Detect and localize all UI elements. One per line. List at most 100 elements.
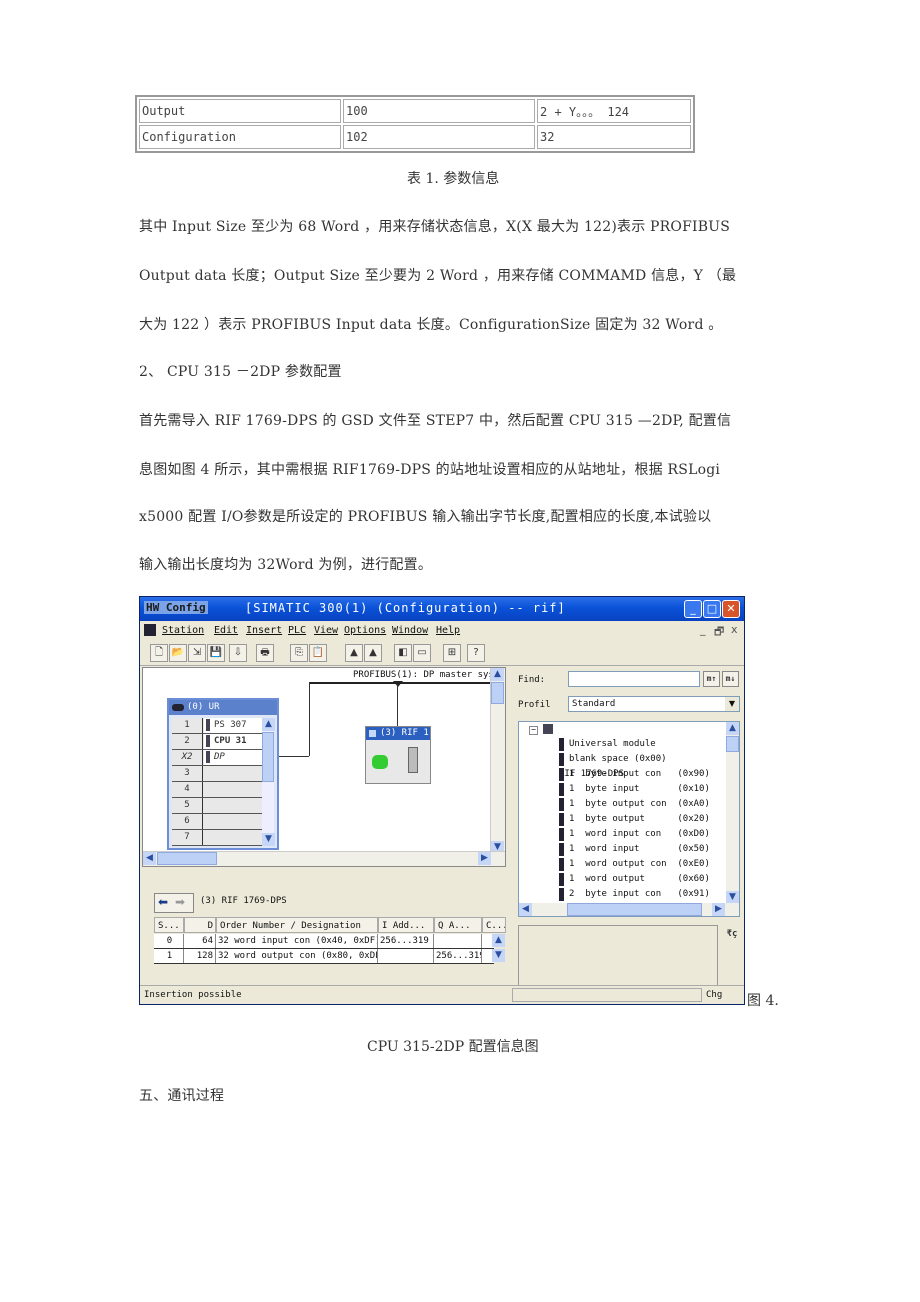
back-arrow-icon[interactable]: ⬅ (158, 895, 168, 909)
scroll-thumb[interactable] (567, 903, 702, 916)
scroll-right-icon[interactable]: ▶ (478, 852, 491, 865)
slot-number: 6 (172, 814, 203, 829)
upload-icon[interactable]: ▲ (364, 644, 382, 662)
column-header[interactable]: I Add... (378, 917, 434, 933)
column-header[interactable]: D (184, 917, 216, 933)
figure-label: 图 4. (747, 993, 779, 1009)
window-icon[interactable]: ▭ (413, 644, 431, 662)
scroll-left-icon[interactable]: ◀ (143, 852, 156, 865)
minimize-button[interactable]: _ (684, 600, 702, 618)
help-icon[interactable]: ? (467, 644, 485, 662)
rack-slot-row[interactable]: 4 (172, 782, 264, 798)
rack-slot-row[interactable]: 7 (172, 830, 264, 846)
scroll-up-icon[interactable]: ▲ (262, 718, 275, 731)
column-header[interactable]: Order Number / Designation (216, 917, 378, 933)
catalog-toggle-icon[interactable]: ₹ç (722, 925, 742, 943)
module-icon (559, 858, 564, 871)
profile-select[interactable]: Standard ▼ (568, 696, 740, 712)
scroll-left-icon[interactable]: ◀ (519, 903, 532, 916)
rack-scrollbar[interactable]: ▲ ▼ (262, 718, 275, 846)
tree-root[interactable]: − RIF 1769-DPS (519, 722, 624, 779)
canvas-horizontal-scrollbar[interactable]: ◀ ▶ (143, 851, 505, 866)
menu-station[interactable]: Station (162, 625, 204, 636)
paste-icon[interactable]: 📋 (309, 644, 327, 662)
find-input[interactable] (568, 671, 700, 687)
catalog-icon[interactable]: ◧ (394, 644, 412, 662)
app-menu-icon[interactable] (144, 624, 156, 636)
profibus-label: PROFIBUS(1): DP master syste (353, 670, 505, 680)
table-row[interactable]: 1 128 32 word output con (0x80, 0xDF) 25… (154, 949, 494, 964)
menu-options[interactable]: Options (344, 625, 386, 636)
status-bar: Insertion possible Chg (140, 985, 744, 1004)
tree-item-label: 1 byte input con (0x90) (569, 769, 710, 779)
column-header[interactable]: C... (482, 917, 506, 933)
module-name: CPU 31 (214, 736, 247, 746)
column-header[interactable]: S... (154, 917, 184, 933)
rack-slot-row[interactable]: 2 CPU 31 (172, 734, 264, 750)
close-button[interactable]: ✕ (722, 600, 740, 618)
tree-item-label: 1 byte output (0x20) (569, 814, 710, 824)
scroll-up-icon[interactable]: ▲ (492, 934, 505, 947)
menu-window[interactable]: Window (392, 625, 428, 636)
find-next-button[interactable]: m↑ (703, 671, 720, 687)
table-row[interactable]: 0 64 32 word input con (0x40, 0xDF) 256.… (154, 934, 494, 949)
tree-vertical-scrollbar[interactable]: ▲ ▼ (726, 722, 739, 904)
catalog-tree[interactable]: − RIF 1769-DPS Universal module blank sp… (518, 721, 740, 917)
scroll-thumb[interactable] (491, 682, 504, 704)
rack-slot-row[interactable]: X2 DP (172, 750, 264, 766)
toolbar: 🗋 📂 ⇲ 💾 ⇩ 🖶 ⎘ 📋 ▲ ▲ ◧ ▭ ⊞ ? (140, 641, 744, 666)
rack-slot-row[interactable]: 6 (172, 814, 264, 830)
print-icon[interactable]: 🖶 (256, 644, 274, 662)
mdi-restore-button[interactable]: 🗗 (714, 623, 724, 642)
find-label: Find: (518, 675, 546, 685)
save-compile-icon[interactable]: ⇲ (188, 644, 206, 662)
paragraph-line: 息图如图 4 所示，其中需根据 RIF1769-DPS 的站地址设置相应的从站地… (139, 462, 721, 478)
bus-drop-marker (393, 681, 403, 687)
slot-number: 4 (172, 782, 203, 797)
station-canvas[interactable]: PROFIBUS(1): DP master syste (0) UR 1 PS … (142, 667, 506, 867)
table-cell: 32 word output con (0x80, 0xDF) (218, 949, 378, 963)
open-icon[interactable]: 📂 (169, 644, 187, 662)
rack-ur[interactable]: (0) UR 1 PS 307 2 CPU 31 X2 DP 3 4 5 6 7 ▲ … (167, 698, 279, 850)
column-header[interactable]: Q A... (434, 917, 482, 933)
tree-item-label: blank space (0x00) (569, 754, 667, 764)
download-icon[interactable]: ⇩ (229, 644, 247, 662)
scroll-up-icon[interactable]: ▲ (491, 668, 504, 681)
slot-number: 5 (172, 798, 203, 813)
network-icon[interactable]: ⊞ (443, 644, 461, 662)
new-icon[interactable]: 🗋 (150, 644, 168, 662)
save-icon[interactable]: 💾 (207, 644, 225, 662)
mdi-minimize-button[interactable]: _ (700, 623, 706, 636)
forward-arrow-icon[interactable]: ➡ (175, 895, 185, 909)
menu-edit[interactable]: Edit (214, 625, 238, 636)
insert-icon[interactable]: ▲ (345, 644, 363, 662)
tree-horizontal-scrollbar[interactable]: ◀ ▶ (519, 903, 739, 916)
rack-slot-row[interactable]: 1 PS 307 (172, 718, 264, 734)
chevron-down-icon[interactable]: ▼ (725, 697, 739, 711)
scroll-thumb[interactable] (157, 852, 217, 865)
menu-insert[interactable]: Insert (246, 625, 282, 636)
menu-view[interactable]: View (314, 625, 338, 636)
mdi-close-button[interactable]: x (731, 623, 738, 636)
scroll-down-icon[interactable]: ▼ (492, 949, 505, 962)
copy-icon[interactable]: ⎘ (290, 644, 308, 662)
menu-help[interactable]: Help (436, 625, 460, 636)
find-prev-button[interactable]: m↓ (722, 671, 739, 687)
profibus-line[interactable] (309, 682, 505, 684)
rif-slave-station[interactable]: (3) RIF 1 (365, 726, 431, 784)
rack-slot-row[interactable]: 5 (172, 798, 264, 814)
scroll-up-icon[interactable]: ▲ (726, 722, 739, 735)
scroll-thumb[interactable] (262, 732, 274, 782)
paragraph-line: 输入输出长度均为 32Word 为例，进行配置。 (139, 557, 433, 573)
menu-bar: Station Edit Insert PLC View Options Win… (140, 621, 744, 641)
scroll-thumb[interactable] (726, 736, 739, 752)
scroll-right-icon[interactable]: ▶ (712, 903, 725, 916)
profile-label: Profil (518, 700, 551, 710)
app-label: HW Config (144, 601, 208, 614)
menu-plc[interactable]: PLC (288, 625, 306, 636)
maximize-button[interactable]: □ (703, 600, 721, 618)
rack-slot-row[interactable]: 3 (172, 766, 264, 782)
collapse-icon[interactable]: − (529, 726, 538, 735)
canvas-vertical-scrollbar[interactable]: ▲ ▼ (490, 668, 505, 854)
scroll-down-icon[interactable]: ▼ (262, 833, 275, 846)
